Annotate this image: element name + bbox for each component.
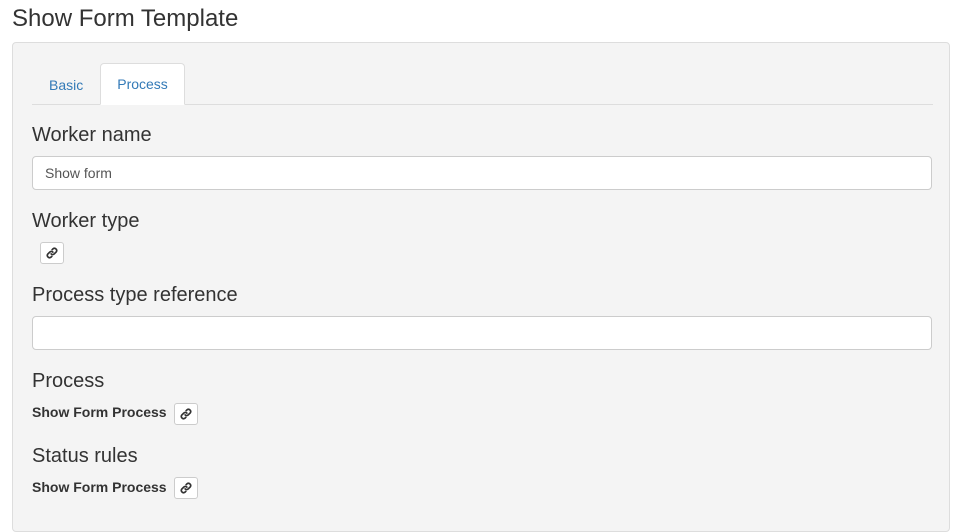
process-type-reference-input[interactable]: [32, 316, 932, 350]
page-title: Show Form Template: [12, 5, 239, 32]
process-link-button[interactable]: [174, 403, 198, 425]
worker-name-label: Worker name: [32, 124, 152, 146]
status-rules-label: Status rules: [32, 445, 138, 467]
form-panel: Basic Process Worker name Worker type Pr…: [12, 42, 950, 532]
tab-bar: Basic Process: [32, 62, 933, 105]
status-rules-value: Show Form Process: [32, 479, 167, 495]
worker-name-input[interactable]: [32, 156, 932, 190]
tab-basic[interactable]: Basic: [32, 64, 100, 105]
link-icon: [180, 482, 192, 494]
process-type-reference-label: Process type reference: [32, 284, 238, 306]
process-value: Show Form Process: [32, 404, 167, 420]
link-icon: [180, 408, 192, 420]
tab-process[interactable]: Process: [100, 63, 185, 105]
status-rules-link-button[interactable]: [174, 477, 198, 499]
link-icon: [46, 247, 58, 259]
worker-type-link-button[interactable]: [40, 242, 64, 264]
worker-type-label: Worker type: [32, 210, 140, 232]
process-label: Process: [32, 370, 105, 392]
